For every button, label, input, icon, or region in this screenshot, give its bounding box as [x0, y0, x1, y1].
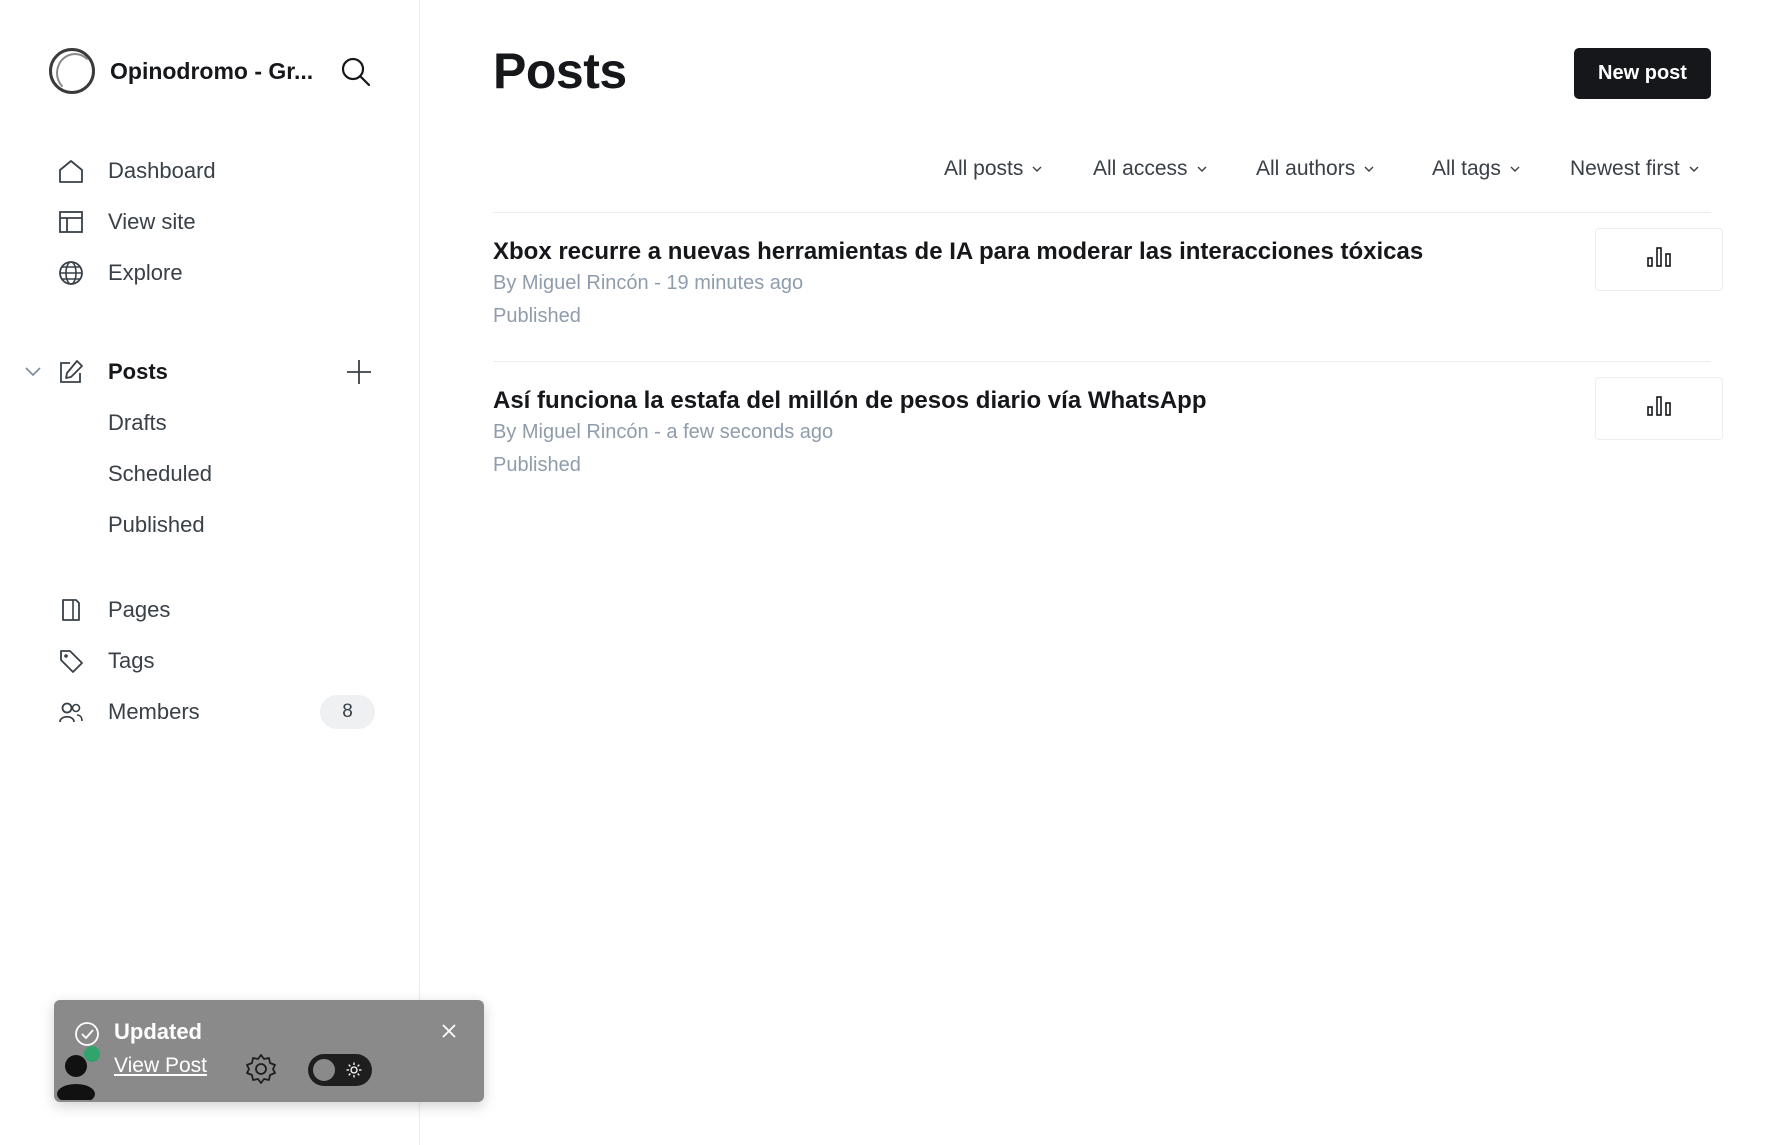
sidebar-item-label: Scheduled	[108, 461, 212, 486]
post-row[interactable]: Así funciona la estafa del millón de pes…	[493, 377, 1723, 517]
filter-all-access[interactable]: All access	[1093, 152, 1207, 186]
sidebar-item-members[interactable]: Members 8	[0, 689, 420, 735]
members-count-badge: 8	[320, 695, 375, 729]
sidebar-item-label: Published	[108, 512, 205, 537]
divider	[493, 361, 1711, 362]
divider	[493, 212, 1711, 213]
view-post-link[interactable]: View Post	[114, 1054, 207, 1078]
filter-label: All posts	[944, 157, 1024, 180]
sun-icon	[346, 1062, 362, 1078]
bar-chart-icon	[1646, 395, 1672, 422]
post-status: Published	[493, 305, 581, 327]
online-status-dot	[84, 1046, 100, 1062]
page-title: Posts	[493, 43, 627, 99]
post-title[interactable]: Así funciona la estafa del millón de pes…	[493, 387, 1206, 415]
new-post-button[interactable]: New post	[1574, 48, 1711, 99]
filter-label: Newest first	[1570, 157, 1680, 180]
search-icon[interactable]	[340, 56, 372, 88]
sidebar-item-view-site[interactable]: View site	[0, 199, 420, 245]
sidebar-item-published[interactable]: Published	[0, 502, 420, 548]
filter-sort-order[interactable]: Newest first	[1570, 152, 1699, 186]
brand-logo	[49, 48, 95, 94]
layout-icon	[57, 208, 85, 236]
close-icon[interactable]	[438, 1020, 460, 1042]
post-status: Published	[493, 454, 581, 476]
members-icon	[57, 698, 85, 726]
brand[interactable]: Opinodromo - Gr...	[49, 48, 320, 94]
filter-all-posts[interactable]: All posts	[944, 152, 1042, 186]
sidebar-item-posts[interactable]: Posts	[0, 349, 420, 395]
sidebar-item-label: Posts	[108, 359, 168, 384]
chevron-down-icon	[1197, 164, 1207, 174]
post-analytics-button[interactable]	[1595, 228, 1723, 291]
post-row[interactable]: Xbox recurre a nuevas herramientas de IA…	[493, 228, 1723, 368]
toggle-knob	[311, 1057, 337, 1083]
tag-icon	[57, 647, 85, 675]
toast-title: Updated	[114, 1019, 202, 1044]
chevron-down-icon	[1364, 164, 1374, 174]
sidebar-item-scheduled[interactable]: Scheduled	[0, 451, 420, 497]
add-post-icon[interactable]	[342, 355, 376, 389]
chevron-down-icon[interactable]	[22, 361, 44, 383]
sidebar-item-explore[interactable]: Explore	[0, 250, 420, 296]
post-analytics-button[interactable]	[1595, 377, 1723, 440]
post-title[interactable]: Xbox recurre a nuevas herramientas de IA…	[493, 238, 1423, 266]
globe-icon	[57, 259, 85, 287]
chevron-down-icon	[1032, 164, 1042, 174]
toast-notification: Updated View Post	[54, 1000, 484, 1104]
filter-label: All tags	[1432, 157, 1501, 180]
bar-chart-icon	[1646, 246, 1672, 273]
sidebar-item-label: Members	[108, 699, 200, 724]
sidebar-item-label: Tags	[108, 648, 155, 673]
brand-name: Opinodromo - Gr...	[110, 57, 314, 84]
filter-label: All access	[1093, 157, 1188, 180]
page-icon	[57, 596, 85, 624]
post-meta: By Miguel Rincón - 19 minutes ago	[493, 272, 804, 294]
sidebar-item-label: Explore	[108, 260, 183, 285]
sidebar-item-label: View site	[108, 209, 196, 234]
gear-icon[interactable]	[244, 1052, 278, 1086]
sidebar-item-label: Drafts	[108, 410, 167, 435]
theme-toggle[interactable]	[308, 1054, 372, 1086]
filter-bar: All posts All access All authors All tag…	[0, 152, 1779, 186]
sidebar-item-tags[interactable]: Tags	[0, 638, 420, 684]
check-circle-icon	[74, 1021, 100, 1047]
sidebar-item-pages[interactable]: Pages	[0, 587, 420, 633]
chevron-down-icon	[1510, 164, 1520, 174]
sidebar-item-label: Pages	[108, 597, 171, 622]
filter-label: All authors	[1256, 157, 1356, 180]
edit-icon	[57, 358, 85, 386]
filter-all-tags[interactable]: All tags	[1432, 152, 1520, 186]
chevron-down-icon	[1689, 164, 1699, 174]
sidebar-item-drafts[interactable]: Drafts	[0, 400, 420, 446]
post-meta: By Miguel Rincón - a few seconds ago	[493, 421, 834, 443]
filter-all-authors[interactable]: All authors	[1256, 152, 1374, 186]
